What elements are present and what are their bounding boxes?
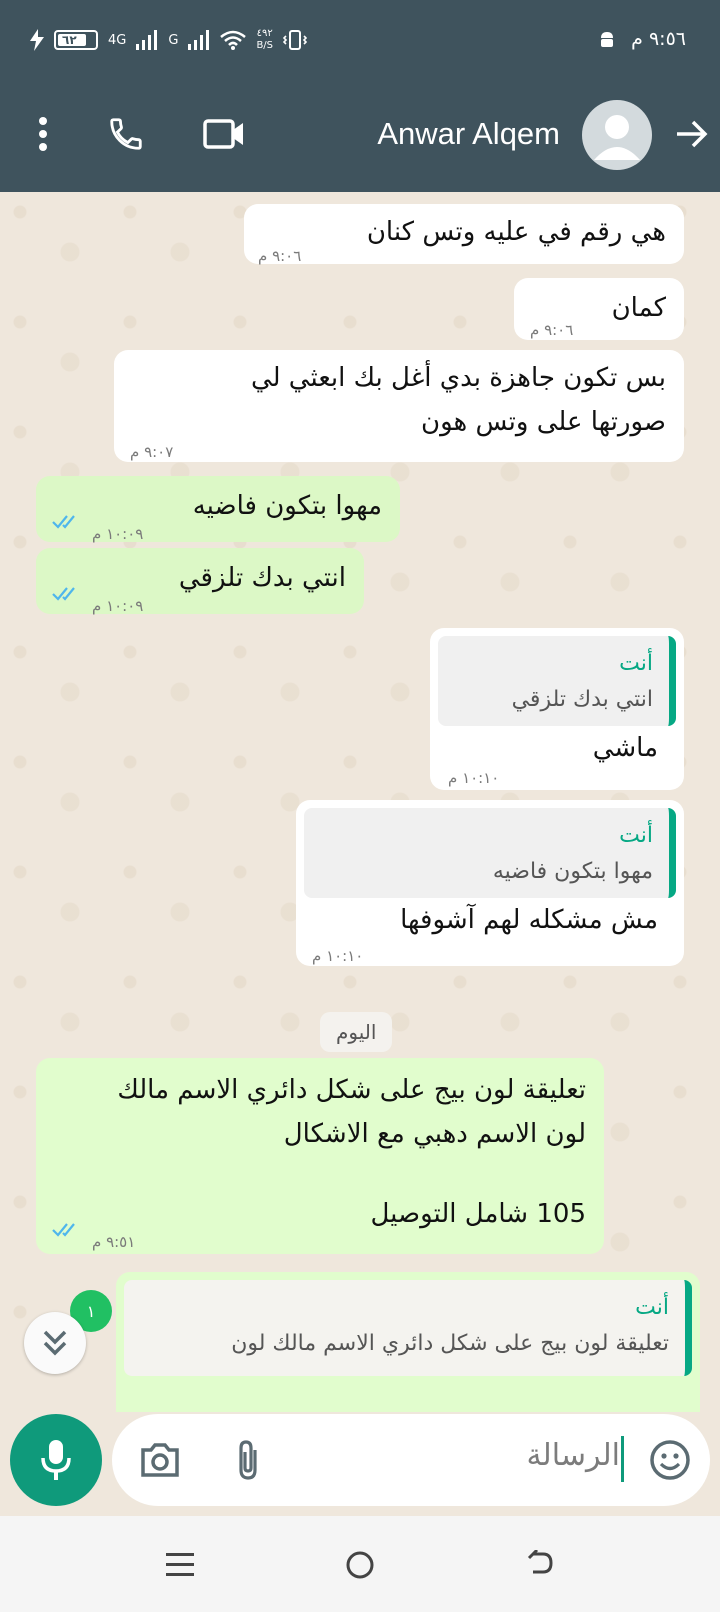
message-time: ٩:٥١ م — [92, 1233, 136, 1251]
text-caret — [621, 1436, 624, 1482]
day-chip: اليوم — [320, 1012, 393, 1052]
network-g-label: G — [168, 32, 179, 48]
video-icon[interactable] — [196, 106, 252, 162]
message-time: ١٠:١٠ م — [448, 769, 500, 787]
navigation-bar — [0, 1516, 720, 1612]
message-time: ١٠:٠٩ م — [92, 597, 144, 615]
back-icon[interactable] — [515, 1540, 565, 1590]
message-bubble-incoming[interactable]: كمان ٩:٠٦ م — [514, 278, 684, 340]
recent-apps-icon[interactable] — [155, 1540, 205, 1590]
message-text-line1: تعليقة لون بيج على شكل دائري الاسم مالك — [117, 1075, 586, 1105]
message-time: ١٠:١٠ م — [312, 947, 364, 965]
network-speed: ٤٩٢ B/S — [256, 28, 273, 52]
message-bubble-outgoing[interactable]: انتي بدك تلزقي ١٠:٠٩ م — [36, 548, 364, 615]
network-4g-label: 4G — [108, 32, 127, 48]
message-bubble-outgoing[interactable]: مهوا بتكون فاضيه ١٠:٠٩ م — [36, 476, 400, 543]
signal-icon — [136, 30, 158, 50]
read-ticks-icon — [52, 515, 75, 529]
message-bubble-outgoing[interactable]: تعليقة لون بيج على شكل دائري الاسم مالك … — [36, 1058, 604, 1254]
mic-button[interactable] — [10, 1414, 102, 1506]
message-input-bar[interactable]: الرسالة — [112, 1414, 710, 1506]
charging-icon — [30, 29, 44, 51]
reply-quote[interactable]: أنت مهوا بتكون فاضيه — [304, 808, 676, 898]
attach-icon[interactable] — [222, 1434, 274, 1486]
message-input[interactable]: الرسالة — [526, 1438, 620, 1473]
network-speed-value: ٤٩٢ — [256, 28, 273, 39]
status-bar: ٦٢ 4G G ٤٩٢ B/S ٩:٥٦ م — [0, 22, 720, 62]
message-time: ٩:٠٦ م — [258, 247, 302, 265]
scroll-to-bottom-button[interactable] — [24, 1312, 86, 1374]
phone-icon[interactable] — [98, 106, 154, 162]
camera-icon[interactable] — [134, 1434, 186, 1486]
quote-sender: أنت — [635, 1295, 669, 1320]
message-bubble-incoming[interactable]: أنت انتي بدك تلزقي ماشي ١٠:١٠ م — [430, 628, 684, 790]
mic-icon — [41, 1440, 71, 1480]
reply-quote[interactable]: أنت تعليقة لون بيج على شكل دائري الاسم م… — [124, 1280, 692, 1376]
android-icon — [601, 32, 614, 47]
message-bubble-incoming[interactable]: بس تكون جاهزة بدي أغل بك ابعثي لي صورتها… — [114, 350, 684, 462]
contact-name[interactable]: Anwar Alqem — [377, 116, 560, 152]
battery-level: ٦٢ — [62, 33, 77, 47]
wifi-icon — [220, 30, 247, 50]
back-arrow-icon[interactable] — [664, 106, 720, 162]
top-bar: ٦٢ 4G G ٤٩٢ B/S ٩:٥٦ م Anwar Alqem — [0, 0, 720, 192]
emoji-icon[interactable] — [644, 1434, 696, 1486]
quote-text: انتي بدك تلزقي — [511, 687, 653, 712]
status-time: ٩:٥٦ م — [631, 28, 686, 50]
quote-sender: أنت — [619, 823, 653, 848]
chevron-double-down-icon — [43, 1330, 67, 1356]
message-time: ٩:٠٦ م — [530, 321, 574, 339]
read-ticks-icon — [52, 587, 75, 601]
avatar[interactable] — [582, 100, 652, 170]
message-time: ٩:٠٧ م — [130, 443, 174, 461]
message-bubble-incoming[interactable]: أنت مهوا بتكون فاضيه مش مشكله لهم آشوفها… — [296, 800, 684, 966]
read-ticks-icon — [52, 1223, 75, 1237]
quote-text: تعليقة لون بيج على شكل دائري الاسم مالك … — [231, 1331, 669, 1356]
chat-header: Anwar Alqem — [0, 96, 720, 176]
message-text: بس تكون جاهزة بدي أغل بك ابعثي لي صورتها… — [250, 363, 666, 437]
home-icon[interactable] — [335, 1540, 385, 1590]
reply-quote[interactable]: أنت انتي بدك تلزقي — [438, 636, 676, 726]
chat-area[interactable]: هي رقم في عليه وتس كنان ٩:٠٦ م كمان ٩:٠٦… — [0, 192, 720, 1412]
battery-icon: ٦٢ — [54, 30, 98, 50]
network-speed-unit: B/S — [256, 40, 274, 51]
quote-sender: أنت — [619, 651, 653, 676]
signal-icon — [188, 30, 210, 50]
message-text-line2: لون الاسم دهبي مع الاشكال — [283, 1119, 586, 1149]
quote-text: مهوا بتكون فاضيه — [492, 859, 653, 884]
vibrate-icon — [283, 30, 308, 50]
message-text: هي رقم في عليه وتس كنان — [366, 217, 666, 247]
more-vert-icon[interactable] — [15, 106, 71, 162]
message-bubble-outgoing[interactable]: أنت تعليقة لون بيج على شكل دائري الاسم م… — [116, 1272, 700, 1412]
message-bubble-incoming[interactable]: هي رقم في عليه وتس كنان ٩:٠٦ م — [244, 204, 684, 265]
